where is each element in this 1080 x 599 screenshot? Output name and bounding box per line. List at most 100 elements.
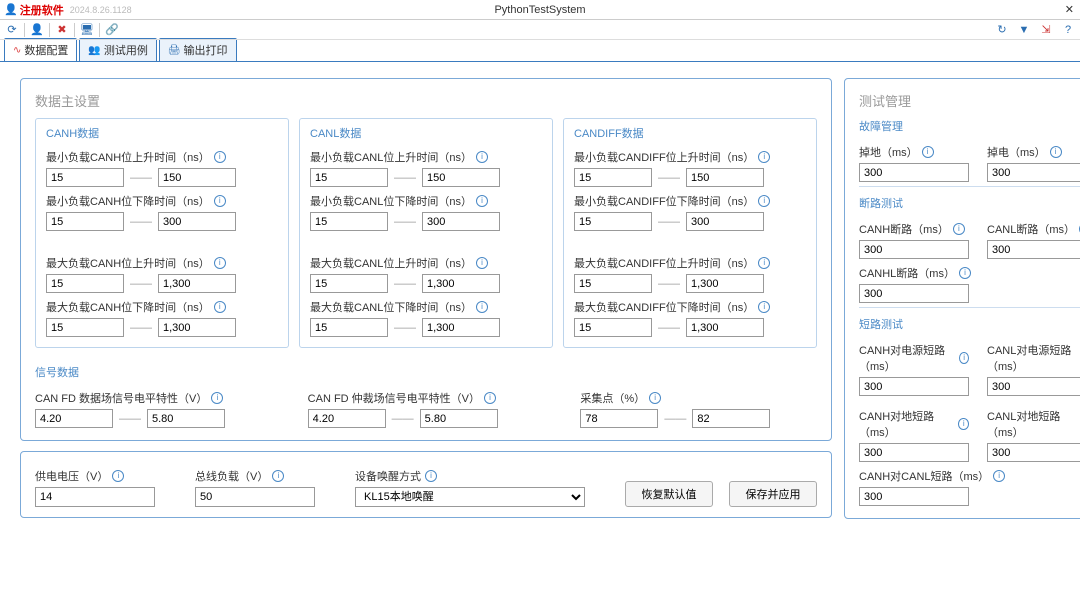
register-label[interactable]: 注册软件 — [20, 2, 64, 18]
candiff-max-fall-lo[interactable] — [574, 318, 652, 337]
fault-gnd-input[interactable] — [859, 163, 969, 182]
canh-min-fall-lo[interactable] — [46, 212, 124, 231]
info-icon[interactable]: i — [953, 223, 965, 235]
candiff-min-rise-lo[interactable] — [574, 168, 652, 187]
short-canh-gnd-input[interactable] — [859, 443, 969, 462]
canh-min-fall-hi[interactable] — [158, 212, 236, 231]
canh-max-rise-lo[interactable] — [46, 274, 124, 293]
info-icon[interactable]: i — [476, 195, 488, 207]
open-canh-input[interactable] — [859, 240, 969, 259]
canh-min-rise-lo[interactable] — [46, 168, 124, 187]
info-icon[interactable]: i — [758, 151, 770, 163]
vsupply-input[interactable] — [35, 487, 155, 507]
short-canh-gnd-label: CANH对地短路（ms）i — [859, 408, 969, 440]
content: 数据主设置 CANH数据 最小负载CANH位上升时间（ns）i —— 最小负载C… — [0, 62, 1080, 529]
sig-data-level-lo[interactable] — [35, 409, 113, 428]
info-icon[interactable]: i — [211, 392, 223, 404]
canh-max-fall-lo[interactable] — [46, 318, 124, 337]
tab-data-config[interactable]: ∿ 数据配置 — [4, 38, 77, 61]
toolbar-right-export-icon[interactable]: ⇲ — [1038, 22, 1054, 38]
short-canh-canl-input[interactable] — [859, 487, 969, 506]
candiff-max-rise-lo[interactable] — [574, 274, 652, 293]
canl-max-rise-label: 最大负载CANL位上升时间（ns）i — [310, 255, 542, 271]
candiff-min-fall-lo[interactable] — [574, 212, 652, 231]
canl-min-rise-hi[interactable] — [422, 168, 500, 187]
canh-max-rise-hi[interactable] — [158, 274, 236, 293]
info-icon[interactable]: i — [476, 151, 488, 163]
divider — [859, 307, 1080, 308]
info-icon[interactable]: i — [272, 470, 284, 482]
info-icon[interactable]: i — [425, 470, 437, 482]
group-canh-title: CANH数据 — [46, 125, 278, 141]
info-icon[interactable]: i — [959, 267, 971, 279]
short-canh-pwr-input[interactable] — [859, 377, 969, 396]
info-icon[interactable]: i — [993, 470, 1005, 482]
canl-max-rise-lo[interactable] — [310, 274, 388, 293]
info-icon[interactable]: i — [214, 151, 226, 163]
info-icon[interactable]: i — [484, 392, 496, 404]
toolbar-btn-1[interactable]: ⟳ — [4, 22, 20, 38]
sig-data-level-hi[interactable] — [147, 409, 225, 428]
toolbar-right-refresh-icon[interactable]: ↻ — [994, 22, 1010, 38]
info-icon[interactable]: i — [922, 146, 934, 158]
tab-label: 测试用例 — [104, 42, 148, 58]
close-icon[interactable]: ✕ — [1065, 3, 1074, 16]
info-icon[interactable]: i — [758, 301, 770, 313]
save-apply-button[interactable]: 保存并应用 — [729, 481, 817, 507]
candiff-min-rise-hi[interactable] — [686, 168, 764, 187]
info-icon[interactable]: i — [214, 301, 226, 313]
canh-min-fall-label: 最小负载CANH位下降时间（ns）i — [46, 193, 278, 209]
canl-min-fall-hi[interactable] — [422, 212, 500, 231]
candiff-max-rise-hi[interactable] — [686, 274, 764, 293]
toolbar-right-filter-icon[interactable]: ▼ — [1016, 22, 1032, 38]
open-title: 断路测试 — [859, 195, 1080, 211]
candiff-max-fall-hi[interactable] — [686, 318, 764, 337]
toolbar-btn-2[interactable]: 👤 — [29, 22, 45, 38]
wake-select[interactable]: KL15本地唤醒 — [355, 487, 585, 507]
busload-input[interactable] — [195, 487, 315, 507]
tab-output-print[interactable]: 🖨 输出打印 — [159, 38, 237, 61]
toolbar-btn-3[interactable]: ✖ — [54, 22, 70, 38]
restore-defaults-button[interactable]: 恢复默认值 — [625, 481, 713, 507]
canl-min-fall-lo[interactable] — [310, 212, 388, 231]
info-icon[interactable]: i — [649, 392, 661, 404]
sig-arb-level-lo[interactable] — [308, 409, 386, 428]
canl-max-fall-lo[interactable] — [310, 318, 388, 337]
candiff-min-fall-hi[interactable] — [686, 212, 764, 231]
info-icon[interactable]: i — [476, 257, 488, 269]
sig-sample-lo[interactable] — [580, 409, 658, 428]
info-icon[interactable]: i — [758, 257, 770, 269]
info-icon[interactable]: i — [214, 257, 226, 269]
fault-pwr-input[interactable] — [987, 163, 1080, 182]
canl-max-rise-hi[interactable] — [422, 274, 500, 293]
toolbar-btn-4[interactable]: 🖥 — [79, 22, 95, 38]
short-canl-gnd-input[interactable] — [987, 443, 1080, 462]
canh-max-fall-hi[interactable] — [158, 318, 236, 337]
canl-min-rise-lo[interactable] — [310, 168, 388, 187]
info-icon[interactable]: i — [214, 195, 226, 207]
info-icon[interactable]: i — [112, 470, 124, 482]
tab-test-cases[interactable]: 👥 测试用例 — [79, 38, 156, 61]
info-icon[interactable]: i — [1050, 146, 1062, 158]
sig-arb-level-hi[interactable] — [420, 409, 498, 428]
short-canl-pwr-input[interactable] — [987, 377, 1080, 396]
vsupply-label: 供电电压（V）i — [35, 468, 155, 484]
short-canl-gnd-label: CANL对地短路（ms）i — [987, 408, 1080, 440]
open-canh-label: CANH断路（ms）i — [859, 221, 969, 237]
canh-min-rise-hi[interactable] — [158, 168, 236, 187]
info-icon[interactable]: i — [958, 418, 969, 430]
sig-sample-hi[interactable] — [692, 409, 770, 428]
info-icon[interactable]: i — [959, 352, 969, 364]
canl-max-fall-hi[interactable] — [422, 318, 500, 337]
toolbar-btn-5[interactable]: 🔗 — [104, 22, 120, 38]
candiff-max-fall-label: 最大负载CANDIFF位下降时间（ns）i — [574, 299, 806, 315]
busload-label: 总线负载（V）i — [195, 468, 315, 484]
open-canhl-input[interactable] — [859, 284, 969, 303]
toolbar-right-help-icon[interactable]: ? — [1060, 22, 1076, 38]
short-canh-pwr-label: CANH对电源短路（ms）i — [859, 342, 969, 374]
info-icon[interactable]: i — [476, 301, 488, 313]
canl-min-rise-label: 最小负载CANL位上升时间（ns）i — [310, 149, 542, 165]
toolbar: ⟳ 👤 ✖ 🖥 🔗 ↻ ▼ ⇲ ? — [0, 20, 1080, 40]
open-canl-input[interactable] — [987, 240, 1080, 259]
info-icon[interactable]: i — [758, 195, 770, 207]
